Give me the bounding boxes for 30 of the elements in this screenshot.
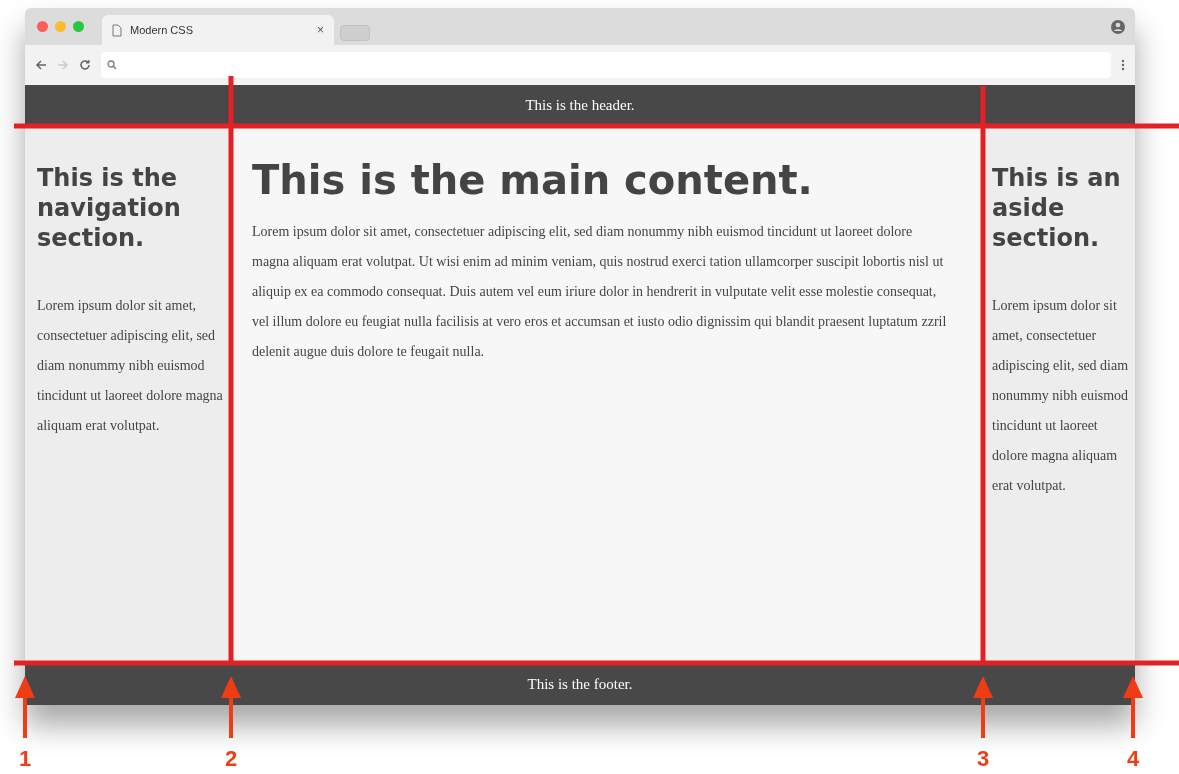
annotation-number: 2 <box>223 746 239 772</box>
new-tab-button[interactable] <box>340 25 370 41</box>
profile-icon[interactable] <box>1111 19 1125 34</box>
arrow-icon <box>1123 676 1143 738</box>
reload-icon[interactable] <box>79 59 91 71</box>
back-icon[interactable] <box>35 59 47 71</box>
minimize-window-button[interactable] <box>55 21 66 32</box>
arrow-icon <box>221 676 241 738</box>
arrow-icon <box>15 676 35 738</box>
main-heading: This is the main content. <box>252 156 814 205</box>
search-icon <box>107 60 117 70</box>
aside-text: Lorem ipsum dolor sit amet, consectetuer adipiscing elit, sed diam nonummy nibh euismod tincidunt ut laoreet dolore magna aliquam erat volutpat. <box>992 297 1130 495</box>
header-text: This is the header. <box>525 95 635 115</box>
navigation-text: Lorem ipsum dolor sit amet, consectetuer adipiscing elit, sed diam nonummy nibh euismod tincidunt ut laoreet dolore magna aliquam erat volutpat. <box>37 297 223 435</box>
navigation-heading: This is the navigation section. <box>37 163 182 253</box>
close-window-button[interactable] <box>37 21 48 32</box>
annotation-number: 3 <box>975 746 991 772</box>
footer-text: This is the footer. <box>527 674 633 694</box>
menu-icon[interactable] <box>1121 59 1125 71</box>
browser-tab[interactable]: Modern CSS × <box>102 15 334 45</box>
tab-title: Modern CSS <box>130 22 194 38</box>
annotation-number: 1 <box>17 746 33 772</box>
main-text: Lorem ipsum dolor sit amet, consectetuer adipiscing elit, sed diam nonummy nibh euismod tincidunt ut laoreet dolore magna aliquam erat volutpat. Ut wisi enim ad minim veniam, quis nostrud exerci tation ullamcorper suscipit lobortis nisl ut aliquip ex ea commodo consequat. Duis autem vel eum iriure dolor in hendrerit in vulputate velit esse molestie consequat, vel illum dolore eu feugiat nulla facilisis at vero eros et accumsan et iusto odio dignissim qui blandit praesent luptatum zzril delenit augue duis dolore te feugait nulla. <box>252 223 948 361</box>
maximize-window-button[interactable] <box>73 21 84 32</box>
arrow-icon <box>973 676 993 738</box>
aside-heading: This is an aside section. <box>992 163 1122 253</box>
tab-close-button[interactable]: × <box>317 21 324 39</box>
document-icon <box>112 23 122 37</box>
annotation-number: 4 <box>1125 746 1141 772</box>
forward-icon[interactable] <box>57 59 69 71</box>
